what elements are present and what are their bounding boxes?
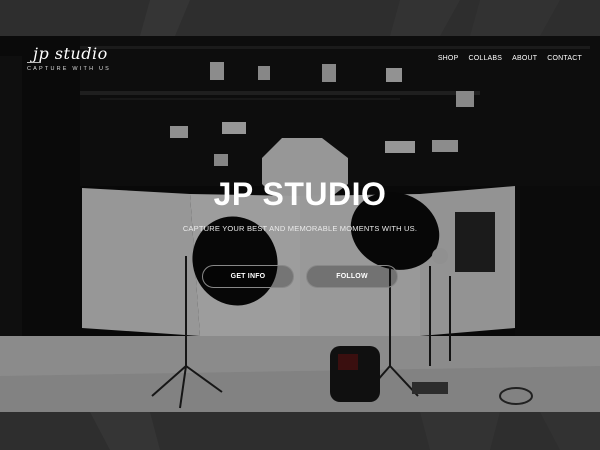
hero-subtitle: CAPTURE YOUR BEST AND MEMORABLE MOMENTS … [182,224,418,233]
bottom-decorative-band [0,412,600,450]
nav-item-about[interactable]: ABOUT [512,55,537,62]
nav-item-collabs[interactable]: COLLABS [468,55,502,62]
logo-tagline: CAPTURE WITH US [27,66,112,72]
main-nav: SHOP COLLABS ABOUT CONTACT [438,55,582,62]
get-info-button[interactable]: GET INFO [202,265,294,288]
top-decorative-band [0,0,600,36]
hero-section: jp studio CAPTURE WITH US SHOP COLLABS A… [0,36,600,412]
band-pattern-icon [140,0,560,36]
follow-button[interactable]: FOLLOW [306,265,398,288]
nav-item-contact[interactable]: CONTACT [547,55,582,62]
hero-title: JP STUDIO [213,176,387,212]
nav-item-shop[interactable]: SHOP [438,55,459,62]
logo-script-text: jp studio [33,44,108,63]
band-pattern-icon [90,412,600,450]
logo-divider [27,62,41,63]
brand-logo[interactable]: jp studio CAPTURE WITH US [27,44,137,80]
